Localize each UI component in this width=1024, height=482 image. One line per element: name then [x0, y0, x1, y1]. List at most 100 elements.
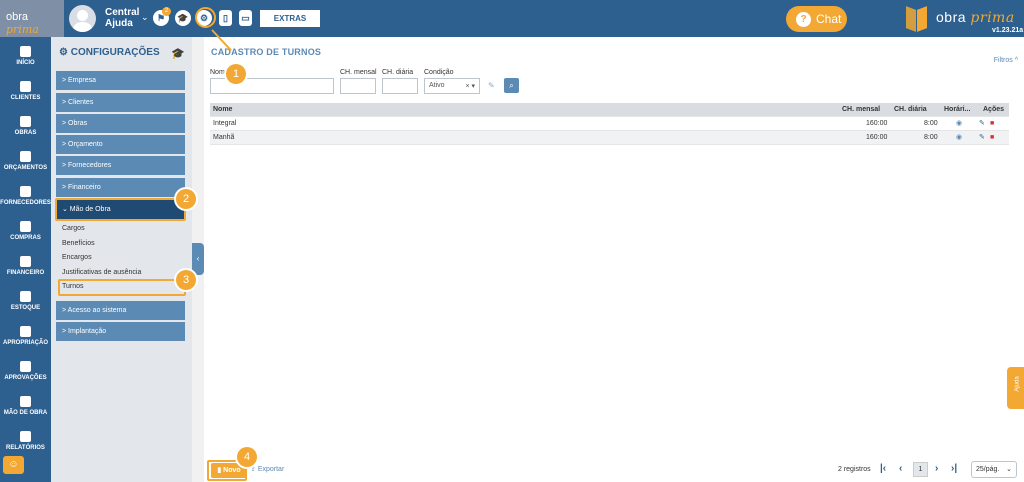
nav-item-apropriacao[interactable]: APROPRIAÇÃO	[0, 326, 51, 346]
callout-highlight-settings	[195, 7, 216, 28]
ch-mensal-input[interactable]	[340, 78, 376, 94]
record-count: 2 registros	[838, 466, 871, 473]
main-navigation: INÍCIO CLIENTES OBRAS ORÇAMENTOS FORNECE…	[0, 37, 51, 482]
trash-icon[interactable]: ■	[990, 131, 994, 145]
monitor-icon[interactable]: ▭	[239, 10, 252, 26]
brand-name-b: prima	[970, 10, 1015, 26]
cell-ch-mensal: 160:00	[866, 120, 888, 127]
callout-badge-4: 4	[237, 447, 257, 467]
config-item-financeiro[interactable]: > Financeiro	[56, 178, 185, 197]
trash-icon[interactable]: ■	[990, 117, 994, 131]
export-button[interactable]: ⇪ Exportar	[250, 465, 284, 473]
col-horarios[interactable]: Horári...	[944, 103, 970, 117]
nav-item-estoque[interactable]: ESTOQUE	[0, 291, 51, 311]
col-nome[interactable]: Nome	[213, 103, 232, 117]
nav-label: APROPRIAÇÃO	[2, 340, 48, 346]
edit-icon[interactable]: ✎	[979, 131, 985, 145]
nav-label: RELATÓRIOS	[6, 445, 45, 451]
eye-icon[interactable]: ◉	[956, 131, 962, 145]
file-icon	[20, 326, 31, 337]
checklist-icon	[20, 361, 31, 372]
config-sub-cargos[interactable]: Cargos	[62, 225, 85, 232]
config-item-implantacao[interactable]: > Implantação	[56, 322, 185, 341]
next-page-icon[interactable]: ›	[935, 463, 938, 474]
ch-mensal-label: CH. mensal	[340, 69, 377, 76]
chevron-down-icon[interactable]: ⌄	[141, 12, 149, 23]
nav-item-clientes[interactable]: CLIENTES	[0, 81, 51, 101]
app-logo[interactable]: obra prima	[0, 0, 64, 37]
clear-dropdown-icon[interactable]: × ▾	[465, 82, 475, 90]
filters-toggle[interactable]: Filtros ^	[994, 57, 1018, 64]
nav-label: COMPRAS	[10, 235, 41, 241]
config-title: ⚙ CONFIGURAÇÕES	[59, 47, 160, 58]
user-icon	[20, 81, 31, 92]
graduation-cap-icon[interactable]: 🎓	[171, 47, 185, 60]
config-sub-encargos[interactable]: Encargos	[62, 254, 92, 261]
brand-name-a: obra	[936, 9, 967, 25]
chat-support-icon[interactable]: ☺	[3, 456, 24, 474]
cell-nome: Manhã	[213, 134, 235, 141]
extras-button[interactable]: EXTRAS	[260, 10, 320, 27]
search-icon: ⌕	[509, 81, 514, 90]
config-item-acesso[interactable]: > Acesso ao sistema	[56, 301, 185, 320]
nav-item-orcamentos[interactable]: ORÇAMENTOS	[0, 151, 51, 171]
nav-label: ORÇAMENTOS	[3, 165, 48, 171]
config-item-empresa[interactable]: > Empresa	[56, 71, 185, 90]
graduation-cap-icon[interactable]: 🎓	[175, 10, 191, 26]
edit-icon[interactable]: ✎	[979, 117, 985, 131]
filters-label: Filtros	[993, 57, 1013, 64]
top-bar: obra prima Central Ajuda ⌄ ⚑ 2 🎓 ⚙ ▯ ▭ E…	[0, 0, 1024, 37]
mobile-icon[interactable]: ▯	[219, 10, 232, 26]
boxes-icon	[20, 291, 31, 302]
brand-mark-icon	[906, 6, 930, 32]
nav-item-fornecedores[interactable]: FORNECEDORES	[0, 186, 51, 206]
nav-item-aprovacoes[interactable]: APROVAÇÕES	[0, 361, 51, 381]
nav-item-obras[interactable]: OBRAS	[0, 116, 51, 136]
config-item-fornecedores[interactable]: > Fornecedores	[56, 156, 185, 175]
nav-item-inicio[interactable]: INÍCIO	[0, 46, 51, 66]
brand-name: obra prima	[936, 9, 1015, 26]
config-item-clientes[interactable]: > Clientes	[56, 93, 185, 112]
eraser-icon[interactable]: ✎	[488, 81, 495, 90]
config-sidebar: ⚙ CONFIGURAÇÕES 🎓 > Empresa > Clientes >…	[51, 37, 192, 482]
nav-label: ESTOQUE	[10, 305, 41, 311]
table-row[interactable]: Manhã 160:00 8:00 ◉ ✎ ■	[210, 131, 1009, 145]
nav-label: FORNECEDORES	[0, 200, 51, 206]
turnos-table: Nome CH. mensal CH. diária Horári... Açõ…	[210, 103, 1009, 145]
cart-icon	[20, 221, 31, 232]
current-page[interactable]: 1	[913, 462, 928, 477]
col-ch-diaria[interactable]: CH. diária	[894, 103, 927, 117]
avatar[interactable]	[69, 5, 96, 32]
nav-item-financeiro[interactable]: FINANCEIRO	[0, 256, 51, 276]
nav-label: MÃO DE OBRA	[3, 410, 48, 416]
nav-item-compras[interactable]: COMPRAS	[0, 221, 51, 241]
logo-text: obra	[6, 11, 29, 23]
last-page-icon[interactable]: ›|	[951, 463, 957, 474]
cell-ch-diaria: 8:00	[924, 134, 938, 141]
per-page-select[interactable]: 25/pág. ⌄	[971, 461, 1017, 478]
prev-page-icon[interactable]: ‹	[899, 463, 902, 474]
first-page-icon[interactable]: |‹	[880, 463, 886, 474]
condicao-select[interactable]: Ativo × ▾	[424, 78, 480, 94]
config-item-orcamento[interactable]: > Orçamento	[56, 135, 185, 154]
nav-item-mao-de-obra[interactable]: MÃO DE OBRA	[0, 396, 51, 416]
col-ch-mensal[interactable]: CH. mensal	[842, 103, 880, 117]
help-tab[interactable]: Ajuda	[1007, 367, 1024, 409]
user-name[interactable]: Central Ajuda	[105, 7, 145, 29]
buildings-icon	[20, 116, 31, 127]
ch-diaria-input[interactable]	[382, 78, 418, 94]
eye-icon[interactable]: ◉	[956, 117, 962, 131]
chat-button[interactable]: ? Chat	[786, 6, 847, 32]
config-sub-justificativas[interactable]: Justificativas de ausência	[62, 269, 141, 276]
chat-label: Chat	[816, 12, 842, 26]
help-tab-label: Ajuda	[1014, 376, 1021, 392]
collapse-sidebar-button[interactable]: ‹	[192, 243, 204, 275]
config-sub-beneficios[interactable]: Benefícios	[62, 240, 95, 247]
config-item-obras[interactable]: > Obras	[56, 114, 185, 133]
truck-icon	[20, 186, 31, 197]
table-row[interactable]: Integral 160:00 8:00 ◉ ✎ ■	[210, 117, 1009, 131]
version-label: v1.23.21a	[992, 27, 1024, 34]
nav-label: CLIENTES	[10, 95, 41, 101]
search-button[interactable]: ⌕	[504, 78, 519, 93]
nav-item-relatorios[interactable]: RELATÓRIOS	[0, 431, 51, 451]
